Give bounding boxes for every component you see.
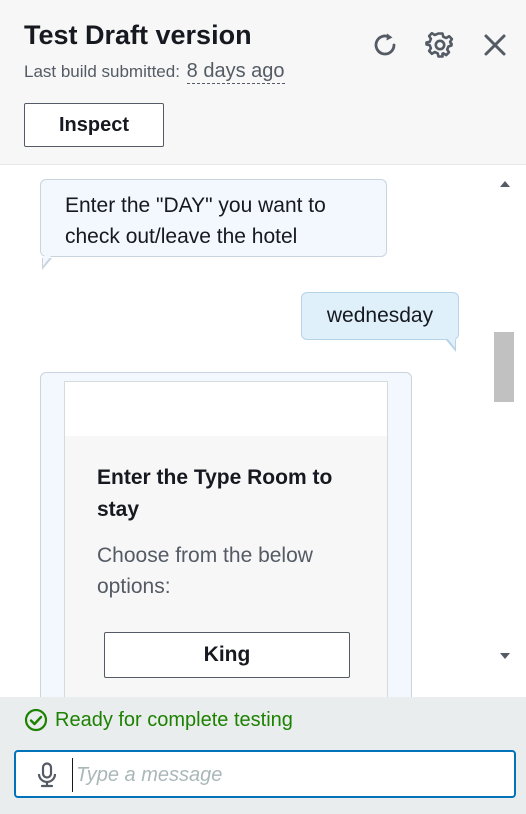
success-check-icon [24,708,48,732]
build-time-link[interactable]: 8 days ago [186,60,285,84]
user-bubble-tail-fill [447,338,455,348]
build-ready-status: Ready for complete testing [24,705,293,735]
scroll-down-arrow-icon[interactable] [500,653,510,659]
build-status: Last build submitted: 8 days ago [24,60,285,84]
chat-transcript[interactable]: Enter the "DAY" you want to check out/le… [0,165,526,697]
card-title: Enter the Type Room to stay [97,466,333,521]
status-text: Ready for complete testing [55,708,293,731]
card-subtitle: Choose from the below options: [97,544,313,598]
message-input[interactable] [72,758,498,792]
scroll-up-arrow-icon[interactable] [500,181,510,187]
bot-bubble-tail-fill [43,256,51,266]
microphone-icon[interactable] [36,762,58,788]
test-footer: Ready for complete testing [0,697,526,814]
option-button-king[interactable]: King [104,632,350,678]
chat-scrollbar[interactable] [490,165,518,697]
gear-icon[interactable] [425,30,455,60]
build-status-label: Last build submitted: [24,62,180,81]
close-icon[interactable] [480,30,510,60]
response-card: Enter the Type Room to stay Choose from … [64,381,388,697]
test-panel-header: Test Draft version Last build submitted:… [0,0,526,165]
bot-message-bubble: Enter the "DAY" you want to check out/le… [40,179,387,257]
inspect-button[interactable]: Inspect [24,103,164,147]
user-message-bubble: wednesday [301,292,459,340]
card-image-area [65,382,387,437]
panel-title: Test Draft version [24,20,252,50]
message-input-box[interactable] [14,750,516,798]
refresh-icon[interactable] [370,30,400,60]
response-card-bubble: Enter the Type Room to stay Choose from … [40,372,412,697]
scrollbar-thumb[interactable] [494,332,514,402]
